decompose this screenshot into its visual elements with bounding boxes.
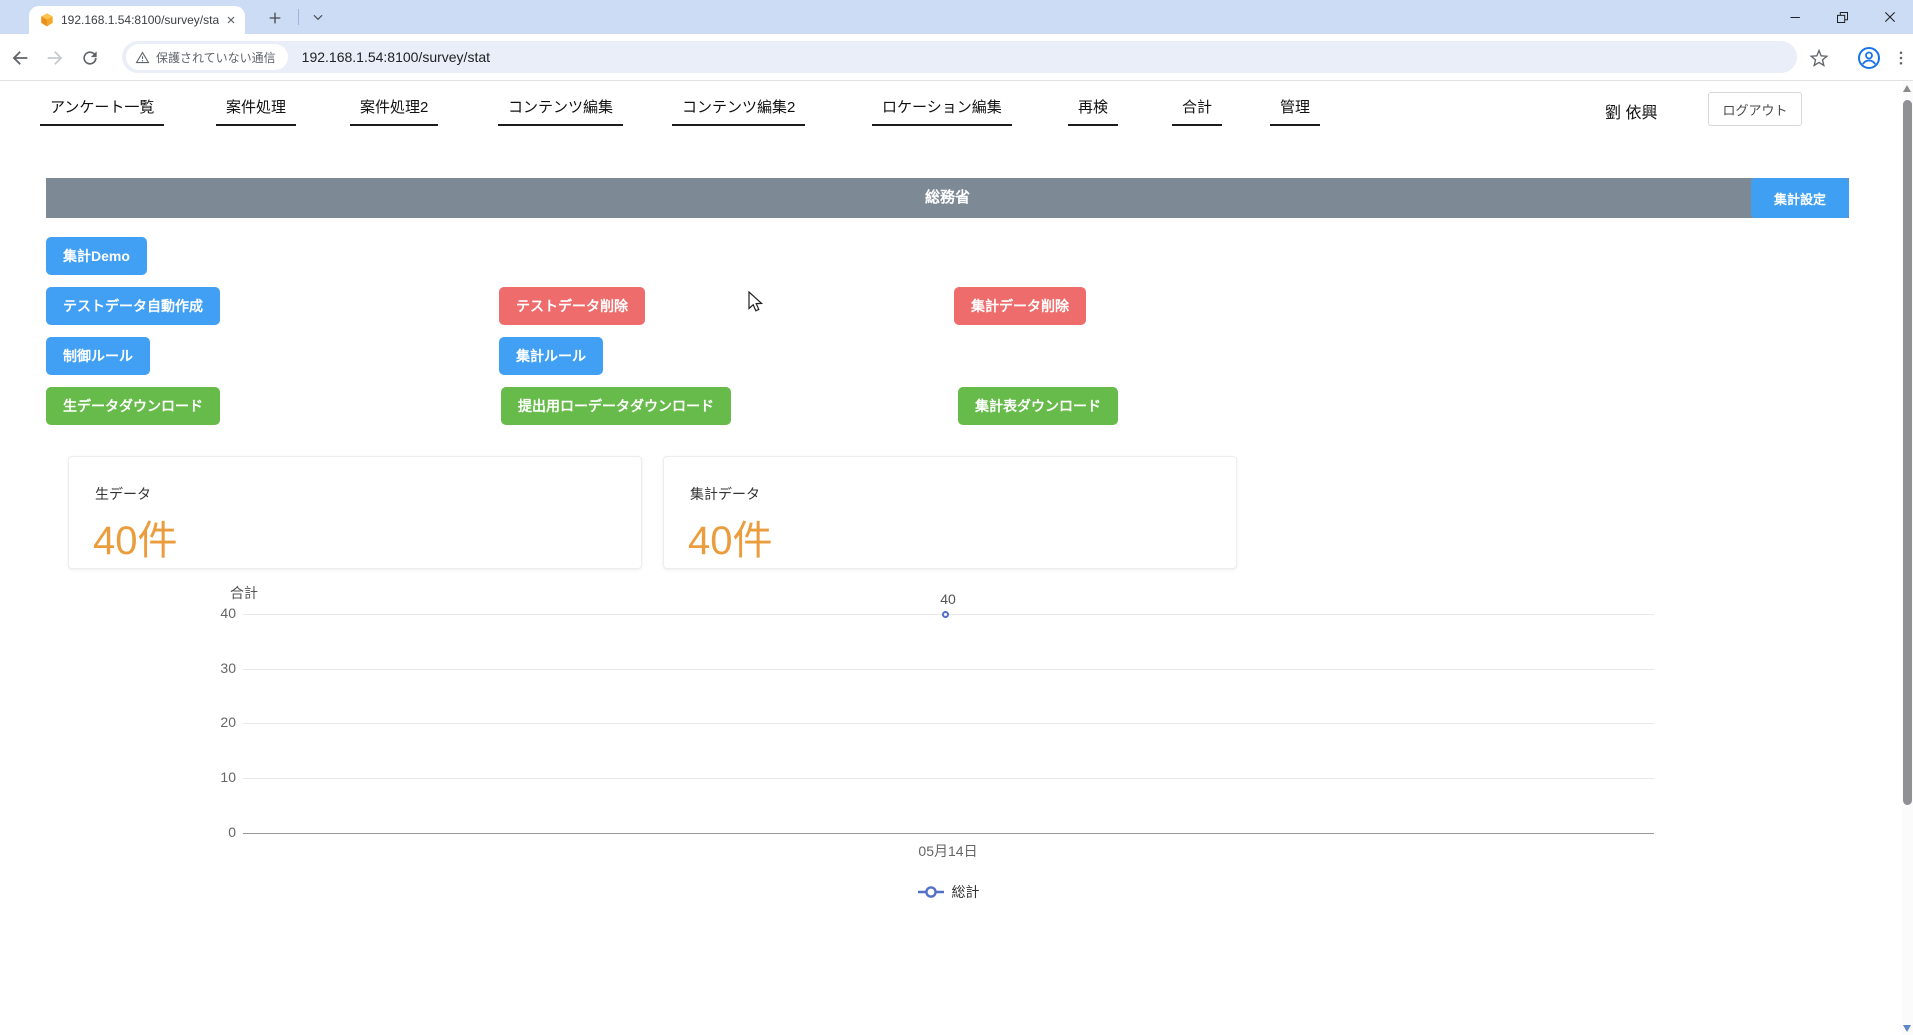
chart-legend-total[interactable]: 総計 xyxy=(868,882,1028,902)
organization-header-bar: 総務省 集計設定 xyxy=(46,178,1849,218)
back-button[interactable] xyxy=(7,45,33,71)
tab-title: 192.168.1.54:8100/survey/stat xyxy=(61,13,219,27)
browser-tab-strip: 192.168.1.54:8100/survey/stat xyxy=(0,0,1913,34)
legend-line-marker-icon xyxy=(917,885,945,899)
y-tick-40: 40 xyxy=(178,605,236,621)
y-tick-30: 30 xyxy=(178,660,236,676)
aggregate-demo-button[interactable]: 集計Demo xyxy=(46,237,147,275)
y-tick-0: 0 xyxy=(178,824,236,840)
mouse-cursor xyxy=(748,291,765,319)
control-rule-button[interactable]: 制御ルール xyxy=(46,337,150,375)
new-tab-button[interactable] xyxy=(262,5,288,31)
forward-button[interactable] xyxy=(42,45,68,71)
address-bar[interactable]: 保護されていない通信 192.168.1.54:8100/survey/stat xyxy=(122,41,1797,73)
aggregate-data-delete-button[interactable]: 集計データ削除 xyxy=(954,287,1086,325)
raw-data-card-value: 40件 xyxy=(93,508,641,566)
nav-item-case-process[interactable]: 案件処理 xyxy=(216,96,296,126)
profile-avatar-icon[interactable] xyxy=(1856,45,1882,71)
test-data-delete-button[interactable]: テストデータ削除 xyxy=(499,287,645,325)
legend-label: 総計 xyxy=(952,882,980,902)
test-data-create-button[interactable]: テストデータ自動作成 xyxy=(46,287,220,325)
window-restore-button[interactable] xyxy=(1819,0,1866,34)
aggregate-data-card-value: 40件 xyxy=(688,508,1236,566)
y-tick-20: 20 xyxy=(178,714,236,730)
tab-strip-separator xyxy=(298,9,299,25)
bookmark-star-icon[interactable] xyxy=(1806,45,1832,71)
x-tick-label: 05月14日 xyxy=(878,841,1018,861)
data-point-marker[interactable] xyxy=(942,611,949,618)
user-name: 劉 依興 xyxy=(1605,99,1657,123)
raw-data-download-button[interactable]: 生データダウンロード xyxy=(46,387,220,425)
favicon-cube-icon xyxy=(39,12,55,28)
scrollbar-thumb[interactable] xyxy=(1903,100,1912,805)
security-warning-label: 保護されていない通信 xyxy=(156,49,276,66)
organization-title: 総務省 xyxy=(46,178,1849,218)
raw-data-card-label: 生データ xyxy=(95,484,641,504)
tab-search-chevron-icon[interactable] xyxy=(308,8,328,26)
y-tick-10: 10 xyxy=(178,769,236,785)
tab-close-icon[interactable] xyxy=(225,14,237,26)
browser-tab[interactable]: 192.168.1.54:8100/survey/stat xyxy=(29,6,245,34)
raw-data-card: 生データ 40件 xyxy=(68,456,642,569)
scrollbar[interactable] xyxy=(1902,81,1913,1035)
aggregate-data-card: 集計データ 40件 xyxy=(663,456,1237,569)
chart-gridline xyxy=(243,778,1654,779)
nav-item-content-edit2[interactable]: コンテンツ編集2 xyxy=(672,96,805,126)
warning-icon xyxy=(135,50,150,65)
nav-item-admin[interactable]: 管理 xyxy=(1270,96,1320,126)
chart-x-axis-line xyxy=(243,833,1654,834)
aggregate-rule-button[interactable]: 集計ルール xyxy=(499,337,603,375)
browser-menu-icon[interactable] xyxy=(1888,45,1913,71)
security-chip[interactable]: 保護されていない通信 xyxy=(126,44,288,70)
aggregate-settings-button[interactable]: 集計設定 xyxy=(1751,178,1849,218)
data-point-label: 40 xyxy=(918,591,978,607)
window-close-button[interactable] xyxy=(1866,0,1913,34)
nav-item-content-edit[interactable]: コンテンツ編集 xyxy=(498,96,623,126)
chart-title: 合計 xyxy=(230,583,258,603)
chart-gridline xyxy=(243,723,1654,724)
chart-gridline xyxy=(243,669,1654,670)
nav-item-total[interactable]: 合計 xyxy=(1172,96,1222,126)
nav-item-recheck[interactable]: 再検 xyxy=(1068,96,1118,126)
reload-button[interactable] xyxy=(77,45,103,71)
nav-item-location-edit[interactable]: ロケーション編集 xyxy=(872,96,1012,126)
nav-item-case-process2[interactable]: 案件処理2 xyxy=(350,96,438,126)
url-input[interactable]: 192.168.1.54:8100/survey/stat xyxy=(302,49,490,65)
aggregate-data-card-label: 集計データ xyxy=(690,484,1236,504)
scrollbar-up-arrow[interactable] xyxy=(1903,85,1911,92)
nav-item-survey-list[interactable]: アンケート一覧 xyxy=(40,96,164,126)
submission-raw-download-button[interactable]: 提出用ローデータダウンロード xyxy=(501,387,731,425)
window-minimize-button[interactable] xyxy=(1772,0,1819,34)
logout-button[interactable]: ログアウト xyxy=(1708,92,1802,126)
scrollbar-down-arrow[interactable] xyxy=(1903,1025,1911,1032)
aggregate-table-download-button[interactable]: 集計表ダウンロード xyxy=(958,387,1118,425)
